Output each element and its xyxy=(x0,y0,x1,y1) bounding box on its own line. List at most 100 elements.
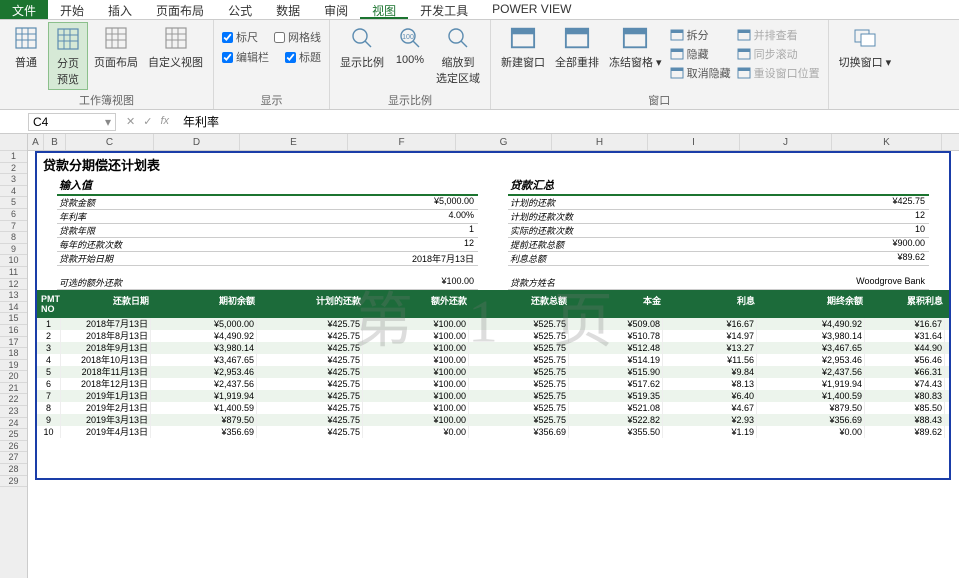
check-标尺[interactable]: 标尺 xyxy=(220,28,260,46)
tab-插入[interactable]: 插入 xyxy=(96,0,144,19)
table-header: PMT NO还款日期期初余额计划的还款额外还款还款总额本金利息期终余额累积利息 xyxy=(37,290,949,318)
row-header[interactable]: 5 xyxy=(0,197,27,209)
vs-icon xyxy=(737,28,751,42)
table-row[interactable]: 12018年7月13日¥5,000.00¥425.75¥100.00¥525.7… xyxy=(37,318,949,330)
ss-icon xyxy=(737,47,751,61)
row-header[interactable]: 1 xyxy=(0,151,27,163)
win-hide[interactable]: 隐藏 xyxy=(668,45,733,63)
row-header[interactable]: 29 xyxy=(0,476,27,488)
view-btn-3[interactable]: 自定义视图 xyxy=(144,22,207,72)
window-btn-0[interactable]: 新建窗口 xyxy=(497,22,549,72)
tab-POWER VIEW[interactable]: POWER VIEW xyxy=(480,0,583,19)
row-header[interactable]: 6 xyxy=(0,209,27,221)
win-vs: 并排查看 xyxy=(735,26,822,44)
row-header[interactable]: 28 xyxy=(0,464,27,476)
zoom-btn-2[interactable]: 缩放到 选定区域 xyxy=(432,22,484,88)
row-header[interactable]: 9 xyxy=(0,244,27,256)
row-header[interactable]: 24 xyxy=(0,418,27,430)
col-header[interactable]: B xyxy=(44,134,66,150)
kv-row: 计划的还款次数12 xyxy=(508,210,929,224)
kv-row: 贷款金额¥5,000.00 xyxy=(57,196,478,210)
row-header[interactable]: 11 xyxy=(0,267,27,279)
row-header[interactable]: 8 xyxy=(0,232,27,244)
col-header[interactable]: A xyxy=(28,134,44,150)
window-btn-1[interactable]: 全部重排 xyxy=(551,22,603,72)
kv-row: 实际的还款次数10 xyxy=(508,224,929,238)
col-header[interactable]: K xyxy=(832,134,942,150)
win-rw: 重设窗口位置 xyxy=(735,64,822,82)
tab-开始[interactable]: 开始 xyxy=(48,0,96,19)
tab-页面布局[interactable]: 页面布局 xyxy=(144,0,216,19)
row-header[interactable]: 4 xyxy=(0,186,27,198)
table-row[interactable]: 72019年1月13日¥1,919.94¥425.75¥100.00¥525.7… xyxy=(37,390,949,402)
zoom-btn-0[interactable]: 显示比例 xyxy=(336,22,388,72)
kv-row: 贷款方姓名Woodgrove Bank xyxy=(508,276,929,290)
group-label-show: 显示 xyxy=(220,91,323,109)
confirm-icon[interactable]: ✓ xyxy=(143,115,152,128)
row-header[interactable]: 10 xyxy=(0,255,27,267)
col-header[interactable]: H xyxy=(552,134,648,150)
check-标题[interactable]: 标题 xyxy=(283,48,323,66)
zoom-icon xyxy=(348,24,376,52)
row-header[interactable]: 17 xyxy=(0,337,27,349)
tab-数据[interactable]: 数据 xyxy=(264,0,312,19)
formula-input[interactable]: 年利率 xyxy=(175,112,959,131)
tab-file[interactable]: 文件 xyxy=(0,0,48,19)
table-row[interactable]: 42018年10月13日¥3,467.65¥425.75¥100.00¥525.… xyxy=(37,354,949,366)
row-header[interactable]: 15 xyxy=(0,313,27,325)
col-header[interactable]: C xyxy=(66,134,154,150)
col-header[interactable]: I xyxy=(648,134,740,150)
print-page-area: 贷款分期偿还计划表 输入值 贷款金额¥5,000.00年利率4.00%贷款年限1… xyxy=(35,151,951,480)
table-row[interactable]: 22018年8月13日¥4,490.92¥425.75¥100.00¥525.7… xyxy=(37,330,949,342)
tab-审阅[interactable]: 审阅 xyxy=(312,0,360,19)
row-header[interactable]: 13 xyxy=(0,290,27,302)
row-header[interactable]: 20 xyxy=(0,371,27,383)
tab-视图[interactable]: 视图 xyxy=(360,0,408,19)
hide-icon xyxy=(670,47,684,61)
row-header[interactable]: 7 xyxy=(0,221,27,233)
table-row[interactable]: 92019年3月13日¥879.50¥425.75¥100.00¥525.75¥… xyxy=(37,414,949,426)
col-header[interactable]: D xyxy=(154,134,240,150)
fx-icon[interactable]: fx xyxy=(160,115,169,128)
row-header[interactable]: 27 xyxy=(0,452,27,464)
row-header[interactable]: 2 xyxy=(0,163,27,175)
kv-row: 年利率4.00% xyxy=(57,210,478,224)
col-header[interactable]: E xyxy=(240,134,348,150)
view-btn-2[interactable]: 页面布局 xyxy=(90,22,142,72)
row-header[interactable]: 25 xyxy=(0,429,27,441)
unhide-icon xyxy=(670,66,684,80)
table-row[interactable]: 82019年2月13日¥1,400.59¥425.75¥100.00¥525.7… xyxy=(37,402,949,414)
win-split[interactable]: 拆分 xyxy=(668,26,733,44)
win-unhide[interactable]: 取消隐藏 xyxy=(668,64,733,82)
table-row[interactable]: 52018年11月13日¥2,953.46¥425.75¥100.00¥525.… xyxy=(37,366,949,378)
row-header[interactable]: 3 xyxy=(0,174,27,186)
zoom-btn-1[interactable]: 100100% xyxy=(390,22,430,68)
table-row[interactable]: 102019年4月13日¥356.69¥425.75¥0.00¥356.69¥3… xyxy=(37,426,949,438)
row-header[interactable]: 21 xyxy=(0,383,27,395)
row-header[interactable]: 18 xyxy=(0,348,27,360)
row-header[interactable]: 22 xyxy=(0,394,27,406)
col-header[interactable]: F xyxy=(348,134,456,150)
check-网格线[interactable]: 网格线 xyxy=(272,28,323,46)
row-header[interactable]: 23 xyxy=(0,406,27,418)
tab-公式[interactable]: 公式 xyxy=(216,0,264,19)
row-header[interactable]: 26 xyxy=(0,441,27,453)
window-icon xyxy=(621,24,649,52)
name-box[interactable]: C4▾ xyxy=(28,113,116,131)
row-header[interactable]: 12 xyxy=(0,279,27,291)
row-header[interactable]: 16 xyxy=(0,325,27,337)
switch-window-btn[interactable]: 切换窗口 ▾ xyxy=(835,22,896,72)
view-btn-1[interactable]: 分页 预览 xyxy=(48,22,88,90)
tab-开发工具[interactable]: 开发工具 xyxy=(408,0,480,19)
col-header[interactable]: G xyxy=(456,134,552,150)
table-row[interactable]: 62018年12月13日¥2,437.56¥425.75¥100.00¥525.… xyxy=(37,378,949,390)
check-编辑栏[interactable]: 编辑栏 xyxy=(220,48,271,66)
ribbon: 普通分页 预览页面布局自定义视图 工作簿视图 标尺网格线编辑栏标题 显示 显示比… xyxy=(0,20,959,110)
col-header[interactable]: J xyxy=(740,134,832,150)
cancel-icon[interactable]: ✕ xyxy=(126,115,135,128)
table-row[interactable]: 32018年9月13日¥3,980.14¥425.75¥100.00¥525.7… xyxy=(37,342,949,354)
view-btn-0[interactable]: 普通 xyxy=(6,22,46,72)
row-header[interactable]: 19 xyxy=(0,360,27,372)
row-header[interactable]: 14 xyxy=(0,302,27,314)
window-btn-2[interactable]: 冻结窗格 ▾ xyxy=(605,22,666,72)
